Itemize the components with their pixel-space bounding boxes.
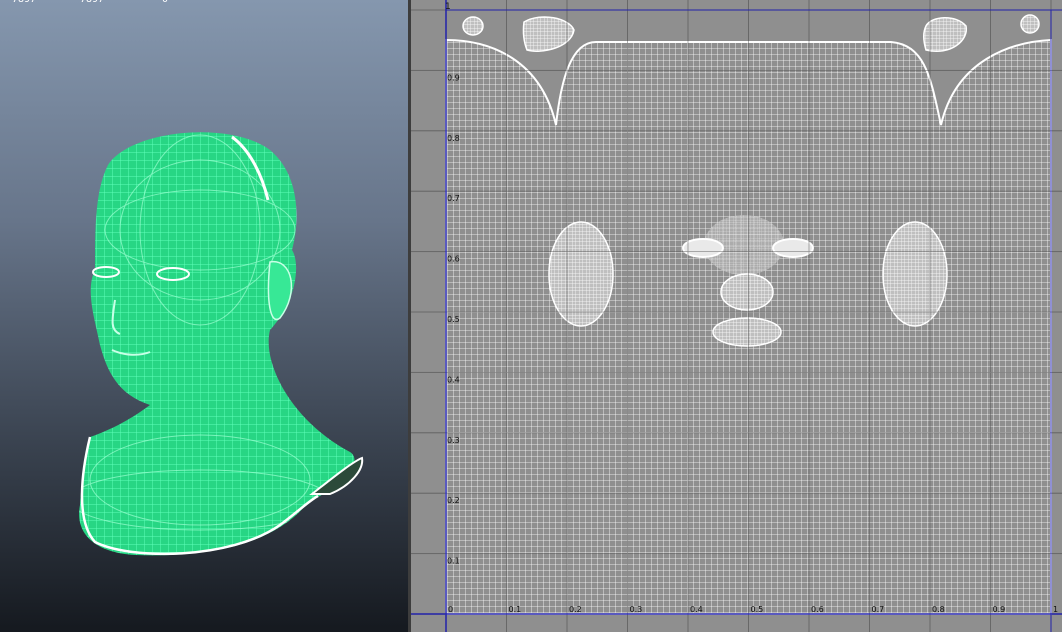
u-tick-label: 0.2 <box>569 605 582 614</box>
v-tick-label: 0.9 <box>447 73 460 82</box>
v-tick-label: 0.3 <box>447 436 460 445</box>
v-tick-label: 0.5 <box>447 315 460 324</box>
uv-shell-top-left <box>462 16 484 36</box>
uv-editor[interactable]: 0 0.1 0.2 0.3 0.4 0.5 0.6 0.7 0.8 0.9 1 0.1 0.2 0.3 0… <box>411 0 1062 632</box>
uv-ear-right <box>882 221 948 327</box>
u-tick-label: 0.1 <box>509 605 522 614</box>
v-tick-label: 0.8 <box>447 134 460 143</box>
v-tick-label: 0.4 <box>447 375 460 384</box>
uv-mouth <box>712 317 782 347</box>
ear <box>267 261 293 321</box>
u-tick-label: 0.4 <box>690 605 703 614</box>
uv-ear-left <box>548 221 614 327</box>
perspective-viewport[interactable]: 7897 7897 0 <box>0 0 408 632</box>
u-tick-label: 0.9 <box>993 605 1006 614</box>
u-tick-label: 0.8 <box>932 605 945 614</box>
uv-shell-cap-left <box>522 16 575 52</box>
uv-canvas[interactable]: 0 0.1 0.2 0.3 0.4 0.5 0.6 0.7 0.8 0.9 1 0.1 0.2 0.3 0… <box>411 0 1062 632</box>
uv-eye-right <box>772 238 814 258</box>
v-tick-label: 0.2 <box>447 496 460 505</box>
uv-nose <box>720 273 774 311</box>
u-tick-label: 0.7 <box>872 605 885 614</box>
u-tick-label: 0.5 <box>751 605 764 614</box>
v-tick-label: 0.7 <box>447 194 460 203</box>
u-tick-label: 0 <box>448 605 453 614</box>
u-tick-label: 1 <box>1053 605 1058 614</box>
u-tick-label: 0.3 <box>630 605 643 614</box>
corner-label: 1 <box>445 2 451 12</box>
head-wireframe[interactable] <box>0 0 408 632</box>
uv-shell-top-right <box>1020 14 1040 34</box>
uv-eye-left <box>682 238 724 258</box>
v-tick-label: 0.1 <box>447 557 460 566</box>
v-tick-label: 0.6 <box>447 255 460 264</box>
u-tick-label: 0.6 <box>811 605 824 614</box>
